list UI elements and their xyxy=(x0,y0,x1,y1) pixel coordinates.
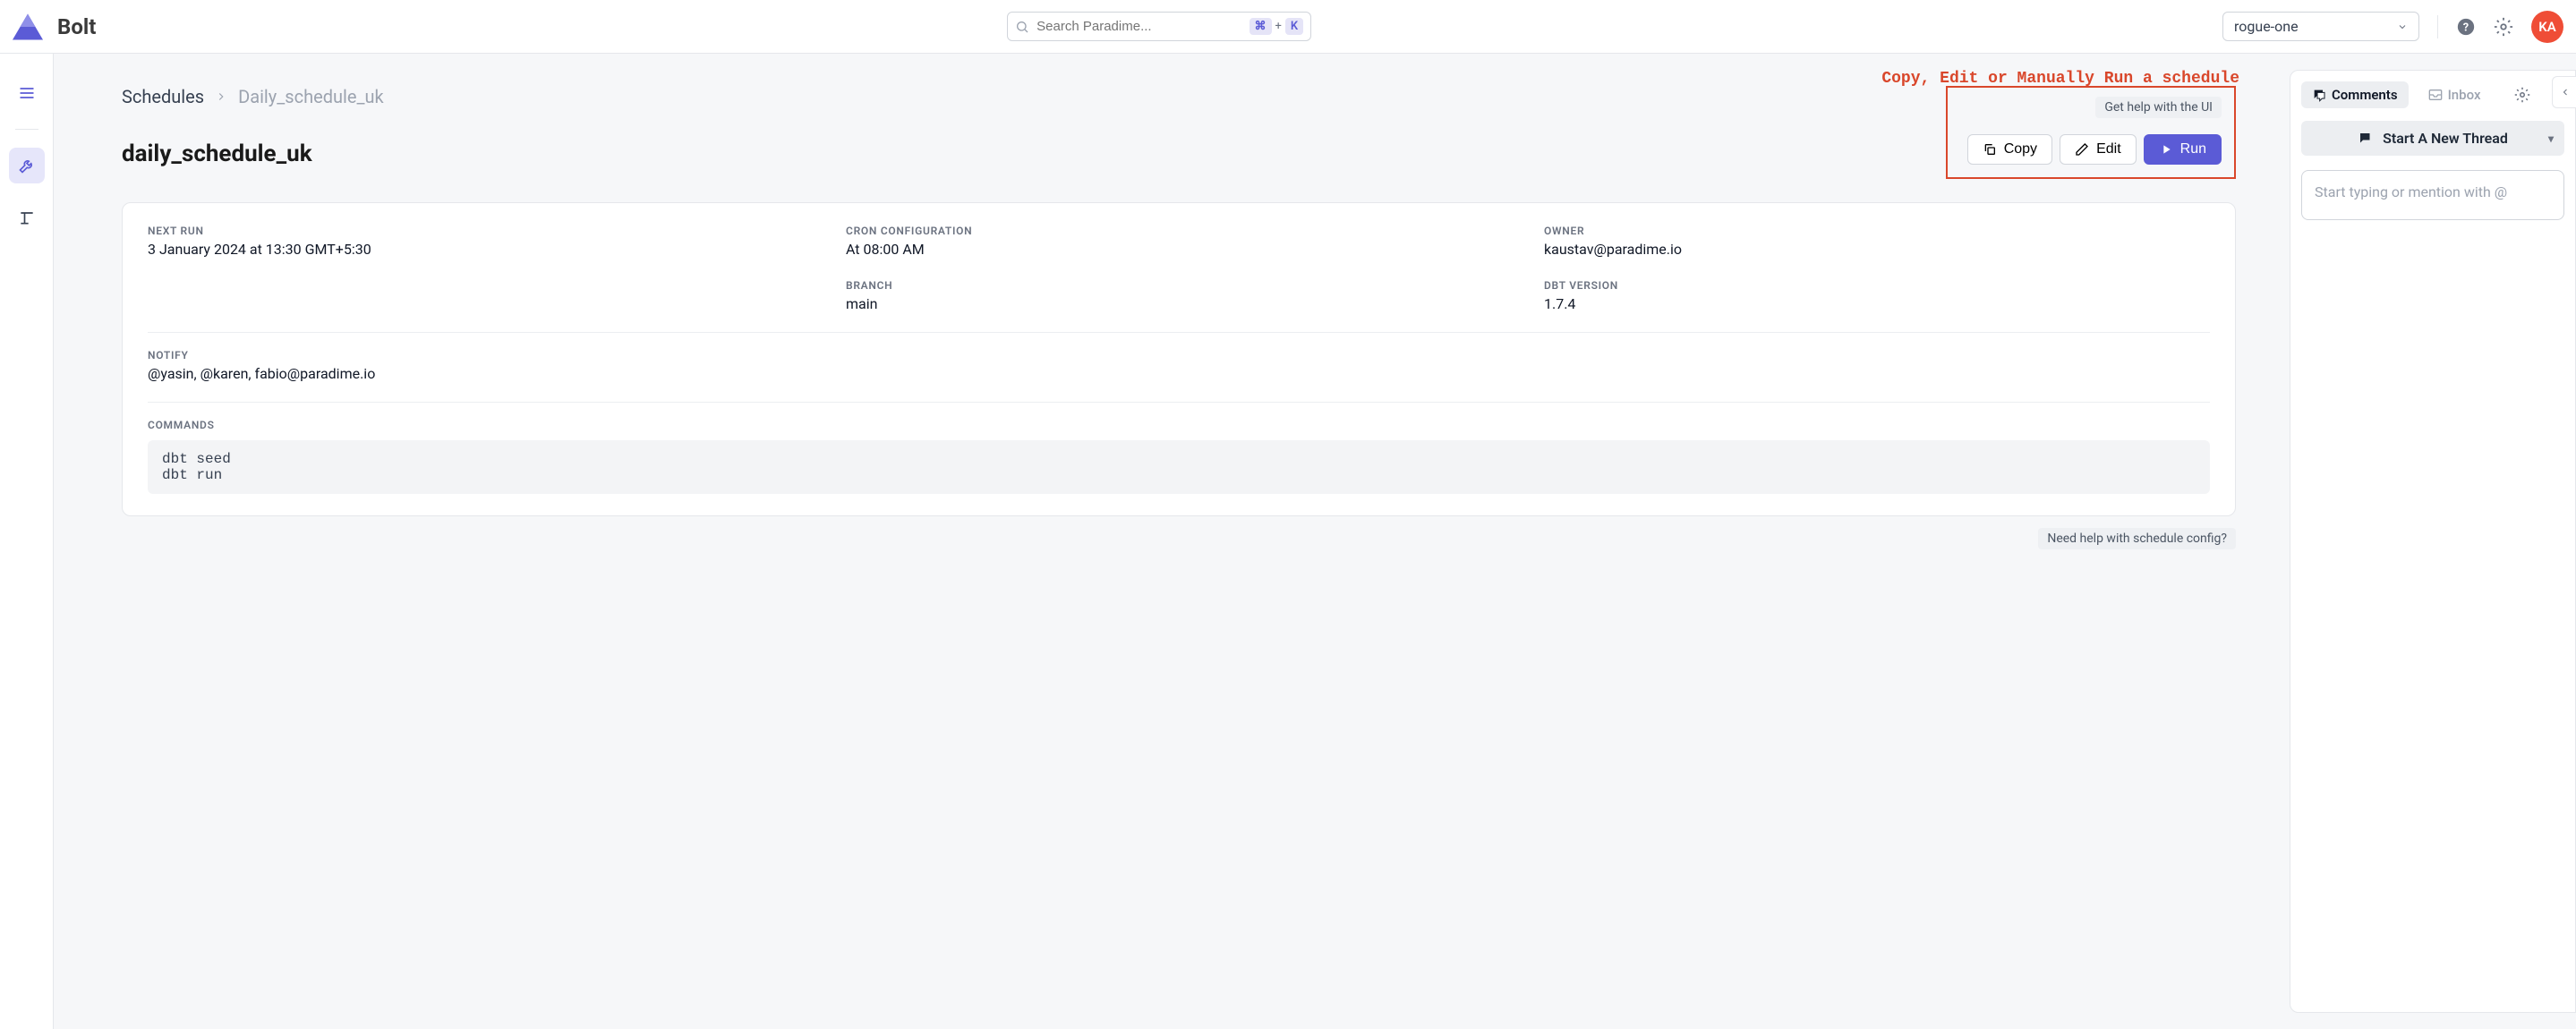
card-separator xyxy=(148,402,2210,403)
tab-inbox[interactable]: Inbox xyxy=(2418,81,2492,108)
gear-icon[interactable] xyxy=(2494,17,2513,37)
config-help-link[interactable]: Need help with schedule config? xyxy=(2038,528,2236,549)
main-content: Copy, Edit or Manually Run a schedule Sc… xyxy=(54,54,2279,1029)
app-name: Bolt xyxy=(57,14,96,39)
workspace-name: rogue-one xyxy=(2234,18,2299,35)
wrench-icon xyxy=(18,157,36,174)
tab-comments[interactable]: Comments xyxy=(2301,81,2409,108)
field-next-run: NEXT RUN 3 January 2024 at 13:30 GMT+5:3… xyxy=(148,225,814,258)
field-commands: COMMANDS dbt seed dbt run xyxy=(148,419,2210,494)
field-dbt-version: DBT VERSION 1.7.4 xyxy=(1544,279,2210,312)
left-rail xyxy=(0,54,54,1029)
schedule-card: NEXT RUN 3 January 2024 at 13:30 GMT+5:3… xyxy=(122,202,2236,516)
text-icon xyxy=(18,208,36,226)
comments-icon xyxy=(2312,88,2326,102)
search-input-wrap[interactable]: ⌘ + K xyxy=(1007,12,1311,41)
workspace-select[interactable]: rogue-one xyxy=(2222,12,2419,41)
chevron-down-icon xyxy=(2397,21,2408,32)
breadcrumb-root[interactable]: Schedules xyxy=(122,86,204,107)
chevron-left-icon xyxy=(2560,87,2571,98)
field-cron: CRON CONFIGURATION At 08:00 AM xyxy=(846,225,1512,258)
search-icon xyxy=(1015,20,1029,34)
rail-templates[interactable] xyxy=(9,200,45,235)
commands-block: dbt seed dbt run xyxy=(148,440,2210,494)
kbd-k: K xyxy=(1285,18,1303,35)
thread-icon xyxy=(2358,131,2374,147)
avatar[interactable]: KA xyxy=(2531,11,2563,43)
title-row: daily_schedule_uk Get help with the UI C… xyxy=(122,129,2236,179)
breadcrumb-leaf: Daily_schedule_uk xyxy=(238,86,384,107)
copy-icon xyxy=(1983,142,1997,157)
copy-button[interactable]: Copy xyxy=(1967,134,2052,165)
button-row: Copy Edit Run xyxy=(1967,134,2222,165)
ui-help-link[interactable]: Get help with the UI xyxy=(2095,97,2222,118)
gear-icon[interactable] xyxy=(2514,87,2530,103)
field-owner: OWNER kaustav@paradime.io xyxy=(1544,225,2210,258)
menu-toggle[interactable] xyxy=(9,75,45,111)
header-right: rogue-one ? KA xyxy=(2222,11,2563,43)
chevron-down-icon: ▾ xyxy=(2548,132,2554,145)
app-header: Bolt ⌘ + K rogue-one ? KA xyxy=(0,0,2576,54)
chevron-right-icon xyxy=(215,90,227,103)
play-icon xyxy=(2159,142,2173,157)
new-thread-button[interactable]: Start A New Thread ▾ xyxy=(2301,121,2564,156)
divider xyxy=(2437,15,2438,38)
search-shortcut: ⌘ + K xyxy=(1250,18,1304,35)
field-branch: BRANCH main xyxy=(846,279,1512,312)
panel-head: Comments Inbox xyxy=(2301,81,2564,108)
kbd-cmd: ⌘ xyxy=(1250,18,1272,35)
run-button[interactable]: Run xyxy=(2144,134,2222,165)
footer-help-wrap: Need help with schedule config? xyxy=(122,529,2236,546)
rail-separator xyxy=(15,129,38,130)
pencil-icon xyxy=(2075,142,2089,157)
annotation-text: Copy, Edit or Manually Run a schedule xyxy=(1881,70,2239,88)
inbox-icon xyxy=(2428,88,2443,102)
field-notify: NOTIFY @yasin, @karen, fabio@paradime.io xyxy=(148,349,2210,382)
logo-group: Bolt xyxy=(13,13,96,40)
search-input[interactable] xyxy=(1036,19,1241,34)
bolt-logo-icon xyxy=(13,13,43,40)
actions-box: Get help with the UI Copy Edit Run xyxy=(1946,86,2236,179)
comments-panel: Comments Inbox Start A New Thread ▾ Star… xyxy=(2290,70,2576,1013)
rail-schedules[interactable] xyxy=(9,148,45,183)
page-title: daily_schedule_uk xyxy=(122,140,312,167)
menu-icon xyxy=(18,84,36,102)
svg-text:?: ? xyxy=(2463,21,2469,34)
panel-collapse[interactable] xyxy=(2552,76,2576,108)
help-icon[interactable]: ? xyxy=(2456,17,2476,37)
compose-input[interactable]: Start typing or mention with @ xyxy=(2301,170,2564,220)
card-separator xyxy=(148,332,2210,333)
edit-button[interactable]: Edit xyxy=(2060,134,2137,165)
breadcrumb: Schedules Daily_schedule_uk xyxy=(122,86,2236,107)
